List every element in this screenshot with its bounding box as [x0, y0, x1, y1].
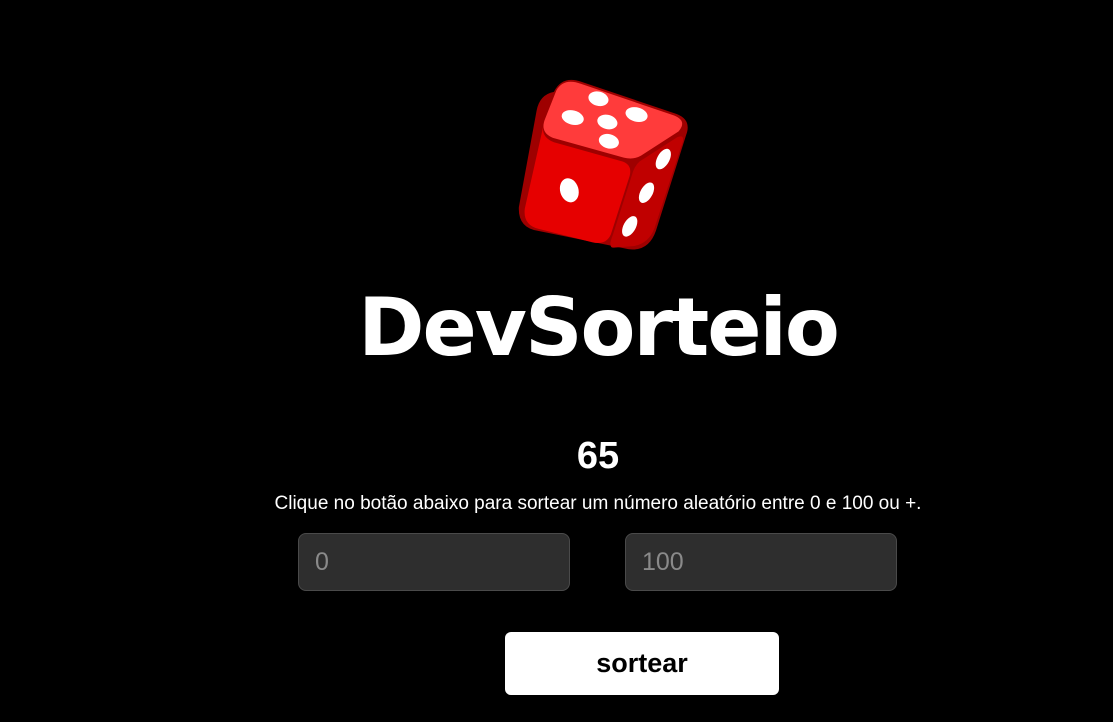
min-number-input[interactable]	[298, 533, 570, 591]
max-number-input[interactable]	[625, 533, 897, 591]
page: DevSorteio 65 Clique no botão abaixo par…	[0, 0, 1113, 722]
draw-button[interactable]: sortear	[505, 632, 779, 695]
dice-icon	[518, 79, 688, 250]
brand-title: DevSorteio	[358, 281, 840, 374]
draw-result: 65	[576, 435, 620, 477]
instructions-text: Clique no botão abaixo para sortear um n…	[274, 493, 922, 514]
